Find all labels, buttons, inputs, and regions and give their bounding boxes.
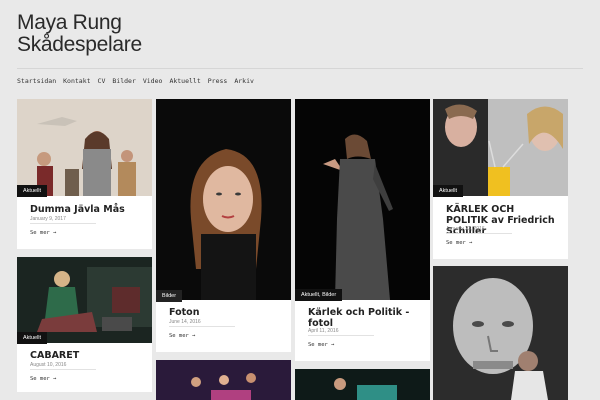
post-card-karlek-och-politik-schiller[interactable]: Aktuellt KÄRLEK OCH POLITIK av Friedrich… xyxy=(433,99,568,259)
post-title[interactable]: Dumma Jävla Mås xyxy=(30,204,125,215)
post-date: August 10, 2016 xyxy=(30,362,67,368)
post-date: January 23, 2016 xyxy=(446,226,485,232)
post-title[interactable]: Foton xyxy=(169,307,199,318)
post-title[interactable]: Kärlek och Politik - fotol xyxy=(308,307,418,329)
site-title-name: Maya Rung xyxy=(17,11,122,34)
read-more-link[interactable]: Se mer → xyxy=(169,333,196,339)
post-category-tag[interactable]: Aktuellt xyxy=(17,185,48,197)
post-card-karlek-och-politik-foto[interactable]: Aktuellt, Bilder Kärlek och Politik - fo… xyxy=(295,99,430,361)
post-image[interactable] xyxy=(17,99,152,196)
post-card-concert[interactable] xyxy=(156,360,291,400)
post-photo-illustration xyxy=(295,99,430,300)
post-photo-illustration xyxy=(433,99,568,196)
read-more-link[interactable]: Se mer → xyxy=(446,240,473,246)
read-more-link[interactable]: Se mer → xyxy=(308,342,335,348)
read-more-link[interactable]: Se mer → xyxy=(30,376,57,382)
post-divider xyxy=(169,326,235,327)
post-photo-illustration xyxy=(156,99,291,300)
post-date: June 14, 2016 xyxy=(169,319,201,325)
post-category-tag[interactable]: Bilder xyxy=(156,290,183,302)
post-photo-illustration xyxy=(433,266,568,400)
main-nav: Startsidan Kontakt CV Bilder Video Aktue… xyxy=(17,77,254,85)
post-divider xyxy=(446,233,512,234)
nav-item-cv[interactable]: CV xyxy=(98,77,106,85)
post-image[interactable] xyxy=(433,99,568,196)
post-category-tag[interactable]: Aktuellt xyxy=(433,185,464,197)
post-card-portrait-bw[interactable] xyxy=(433,266,568,400)
read-more-link[interactable]: Se mer → xyxy=(30,230,57,236)
header-divider xyxy=(17,68,583,69)
post-image[interactable] xyxy=(156,99,291,300)
post-photo-illustration xyxy=(295,369,430,400)
site-title-subtitle: Skådespelare xyxy=(17,33,142,56)
post-card-foton[interactable]: Bilder Foton June 14, 2016 Se mer → xyxy=(156,99,291,352)
post-card-cabaret[interactable]: Aktuellt CABARET August 10, 2016 Se mer … xyxy=(17,257,152,392)
nav-item-press[interactable]: Press xyxy=(208,77,228,85)
post-date: January 9, 2017 xyxy=(30,216,66,222)
post-divider xyxy=(308,335,374,336)
post-divider xyxy=(30,223,96,224)
post-photo-illustration xyxy=(156,360,291,400)
post-card-dumma-javla-mas[interactable]: Aktuellt Dumma Jävla Mås January 9, 2017… xyxy=(17,99,152,249)
post-image[interactable] xyxy=(156,360,291,400)
post-category-tag[interactable]: Aktuellt, Bilder xyxy=(295,289,343,301)
post-divider xyxy=(30,369,96,370)
nav-item-startsidan[interactable]: Startsidan xyxy=(17,77,56,85)
post-category-tag[interactable]: Aktuellt xyxy=(17,332,48,344)
post-card-teal-stage[interactable] xyxy=(295,369,430,400)
post-image[interactable] xyxy=(295,99,430,300)
nav-item-kontakt[interactable]: Kontakt xyxy=(63,77,90,85)
post-image[interactable] xyxy=(295,369,430,400)
nav-item-arkiv[interactable]: Arkiv xyxy=(234,77,254,85)
post-date: April 11, 2016 xyxy=(308,328,339,334)
site-title[interactable]: Maya Rung Skådespelare xyxy=(17,12,142,56)
post-image[interactable] xyxy=(433,266,568,400)
post-photo-illustration xyxy=(17,99,152,196)
nav-item-video[interactable]: Video xyxy=(143,77,163,85)
post-title[interactable]: CABARET xyxy=(30,350,79,361)
nav-item-bilder[interactable]: Bilder xyxy=(112,77,135,85)
post-image[interactable] xyxy=(17,257,152,343)
nav-item-aktuellt[interactable]: Aktuellt xyxy=(169,77,200,85)
post-photo-illustration xyxy=(17,257,152,343)
